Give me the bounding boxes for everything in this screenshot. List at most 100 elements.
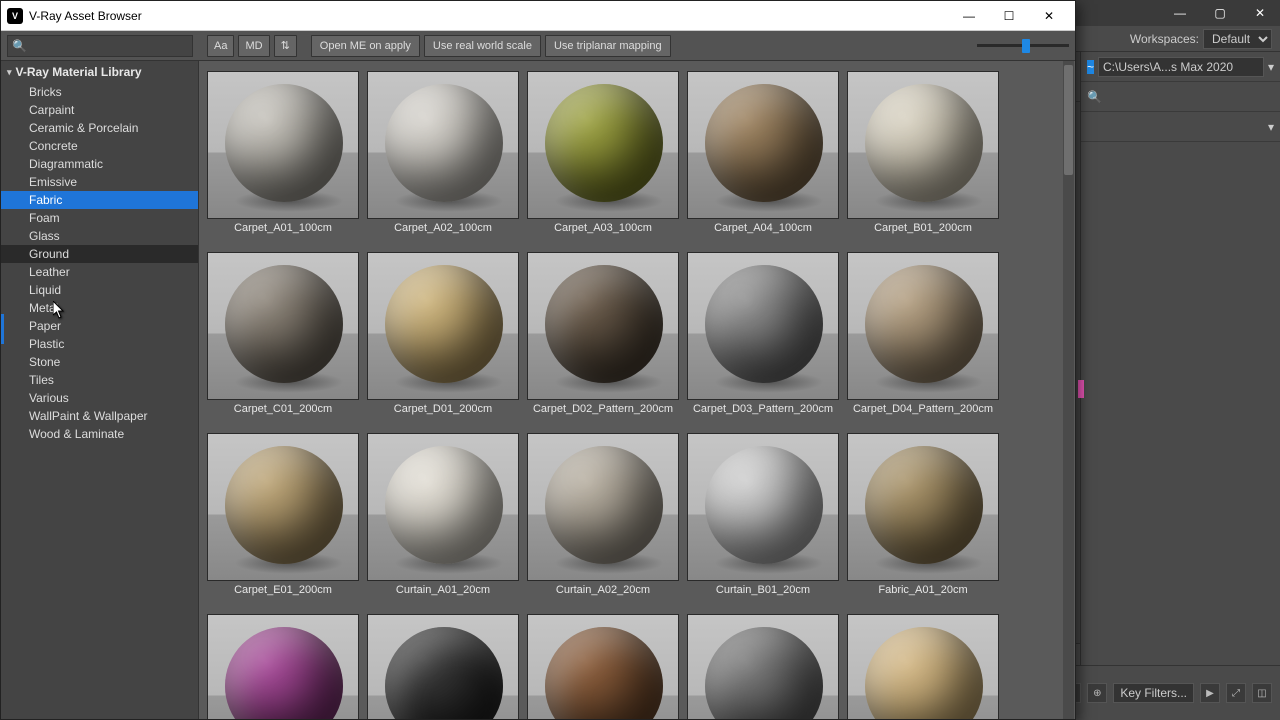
chevron-down-icon[interactable]: ▾: [1268, 120, 1274, 134]
workspaces-label: Workspaces:: [1130, 32, 1199, 46]
sidebar-item-wallpaint-wallpaper[interactable]: WallPaint & Wallpaper: [1, 407, 198, 425]
window-titlebar[interactable]: V V-Ray Asset Browser — ☐ ✕: [1, 1, 1075, 31]
search-icon[interactable]: 🔍: [1087, 90, 1102, 104]
scrollbar-thumb[interactable]: [1064, 65, 1073, 175]
triplanar-button[interactable]: Use triplanar mapping: [545, 35, 671, 57]
asset-thumbnail[interactable]: [847, 71, 999, 219]
sidebar-item-wood-laminate[interactable]: Wood & Laminate: [1, 425, 198, 443]
workspaces-select[interactable]: Default: [1203, 29, 1272, 49]
host-minimize-button[interactable]: —: [1160, 0, 1200, 26]
asset-item[interactable]: Carpet_D02_Pattern_200cm: [527, 252, 679, 415]
sidebar-item-plastic[interactable]: Plastic: [1, 335, 198, 353]
asset-label: Curtain_A02_20cm: [527, 581, 679, 596]
sidebar-item-stone[interactable]: Stone: [1, 353, 198, 371]
asset-label: Curtain_B01_20cm: [687, 581, 839, 596]
status-icon[interactable]: ⊕: [1087, 683, 1107, 703]
search-input[interactable]: 🔍: [7, 35, 193, 57]
asset-item[interactable]: Carpet_D04_Pattern_200cm: [847, 252, 999, 415]
panel-icon[interactable]: ~: [1087, 60, 1094, 74]
asset-thumbnail[interactable]: [207, 614, 359, 719]
asset-label: Carpet_A03_100cm: [527, 219, 679, 234]
asset-thumbnail[interactable]: [527, 252, 679, 400]
sidebar-item-tiles[interactable]: Tiles: [1, 371, 198, 389]
thumbnail-size-slider[interactable]: [977, 35, 1069, 57]
asset-thumbnail[interactable]: [207, 252, 359, 400]
asset-label: Carpet_E01_200cm: [207, 581, 359, 596]
minimize-button[interactable]: —: [949, 2, 989, 30]
asset-thumbnail[interactable]: [207, 71, 359, 219]
vray-asset-browser-window: V V-Ray Asset Browser — ☐ ✕ 🔍 Aa MD ⇅ Op…: [0, 0, 1076, 720]
asset-label: Fabric_A01_20cm: [847, 581, 999, 596]
asset-item[interactable]: Carpet_D01_200cm: [367, 252, 519, 415]
host-maximize-button[interactable]: ▢: [1200, 0, 1240, 26]
asset-thumbnail[interactable]: [207, 433, 359, 581]
asset-thumbnail[interactable]: [687, 433, 839, 581]
maximize-button[interactable]: ☐: [989, 2, 1029, 30]
sidebar-item-diagrammatic[interactable]: Diagrammatic: [1, 155, 198, 173]
sidebar-item-ceramic-porcelain[interactable]: Ceramic & Porcelain: [1, 119, 198, 137]
sidebar-item-carpaint[interactable]: Carpaint: [1, 101, 198, 119]
sidebar-item-emissive[interactable]: Emissive: [1, 173, 198, 191]
sidebar-item-glass[interactable]: Glass: [1, 227, 198, 245]
asset-item[interactable]: Curtain_B01_20cm: [687, 433, 839, 596]
asset-item[interactable]: Carpet_B01_200cm: [847, 71, 999, 234]
host-right-panel: ~ ▾ 🔍 ▾: [1080, 52, 1280, 720]
asset-item[interactable]: Fabric_A01_20cm: [847, 433, 999, 596]
asset-item[interactable]: [687, 614, 839, 719]
status-icon[interactable]: ◫: [1252, 683, 1272, 703]
library-header[interactable]: V-Ray Material Library: [1, 61, 198, 83]
asset-item[interactable]: Carpet_D03_Pattern_200cm: [687, 252, 839, 415]
asset-thumbnail[interactable]: [687, 252, 839, 400]
sidebar-item-leather[interactable]: Leather: [1, 263, 198, 281]
sidebar-item-foam[interactable]: Foam: [1, 209, 198, 227]
sort-toggle[interactable]: ⇅: [274, 35, 297, 57]
asset-item[interactable]: Carpet_E01_200cm: [207, 433, 359, 596]
asset-item[interactable]: Curtain_A01_20cm: [367, 433, 519, 596]
host-close-button[interactable]: ✕: [1240, 0, 1280, 26]
close-button[interactable]: ✕: [1029, 2, 1069, 30]
key-filters-button[interactable]: Key Filters...: [1113, 683, 1194, 703]
asset-thumbnail[interactable]: [527, 71, 679, 219]
sidebar-item-metal[interactable]: Metal: [1, 299, 198, 317]
sidebar-item-various[interactable]: Various: [1, 389, 198, 407]
category-list: BricksCarpaintCeramic & PorcelainConcret…: [1, 83, 198, 443]
sidebar-item-ground[interactable]: Ground: [1, 245, 198, 263]
asset-thumbnail[interactable]: [847, 614, 999, 719]
status-icon[interactable]: ▶: [1200, 683, 1220, 703]
open-me-button[interactable]: Open ME on apply: [311, 35, 420, 57]
md-toggle[interactable]: MD: [238, 35, 269, 57]
chevron-down-icon[interactable]: ▾: [1268, 60, 1274, 74]
asset-item[interactable]: Carpet_A03_100cm: [527, 71, 679, 234]
real-world-scale-button[interactable]: Use real world scale: [424, 35, 541, 57]
sidebar-item-paper[interactable]: Paper: [1, 317, 198, 335]
asset-thumbnail[interactable]: [367, 614, 519, 719]
asset-label: Carpet_D03_Pattern_200cm: [687, 400, 839, 415]
asset-thumbnail[interactable]: [847, 252, 999, 400]
sidebar-item-fabric[interactable]: Fabric: [1, 191, 198, 209]
asset-thumbnail[interactable]: [367, 252, 519, 400]
asset-item[interactable]: [207, 614, 359, 719]
asset-thumbnail[interactable]: [687, 71, 839, 219]
sidebar-item-bricks[interactable]: Bricks: [1, 83, 198, 101]
sidebar-item-concrete[interactable]: Concrete: [1, 137, 198, 155]
asset-item[interactable]: Carpet_A02_100cm: [367, 71, 519, 234]
asset-thumbnail[interactable]: [687, 614, 839, 719]
aa-toggle[interactable]: Aa: [207, 35, 234, 57]
asset-item[interactable]: [847, 614, 999, 719]
asset-thumbnail[interactable]: [367, 433, 519, 581]
asset-thumbnail[interactable]: [367, 71, 519, 219]
sidebar-item-liquid[interactable]: Liquid: [1, 281, 198, 299]
asset-label: Carpet_A04_100cm: [687, 219, 839, 234]
asset-thumbnail[interactable]: [847, 433, 999, 581]
asset-item[interactable]: [527, 614, 679, 719]
asset-item[interactable]: Curtain_A02_20cm: [527, 433, 679, 596]
scene-path-field[interactable]: [1098, 57, 1264, 77]
asset-item[interactable]: Carpet_C01_200cm: [207, 252, 359, 415]
asset-item[interactable]: Carpet_A01_100cm: [207, 71, 359, 234]
asset-item[interactable]: [367, 614, 519, 719]
asset-item[interactable]: Carpet_A04_100cm: [687, 71, 839, 234]
asset-thumbnail[interactable]: [527, 433, 679, 581]
status-icon[interactable]: ⤢: [1226, 683, 1246, 703]
scrollbar[interactable]: [1063, 61, 1074, 719]
asset-thumbnail[interactable]: [527, 614, 679, 719]
